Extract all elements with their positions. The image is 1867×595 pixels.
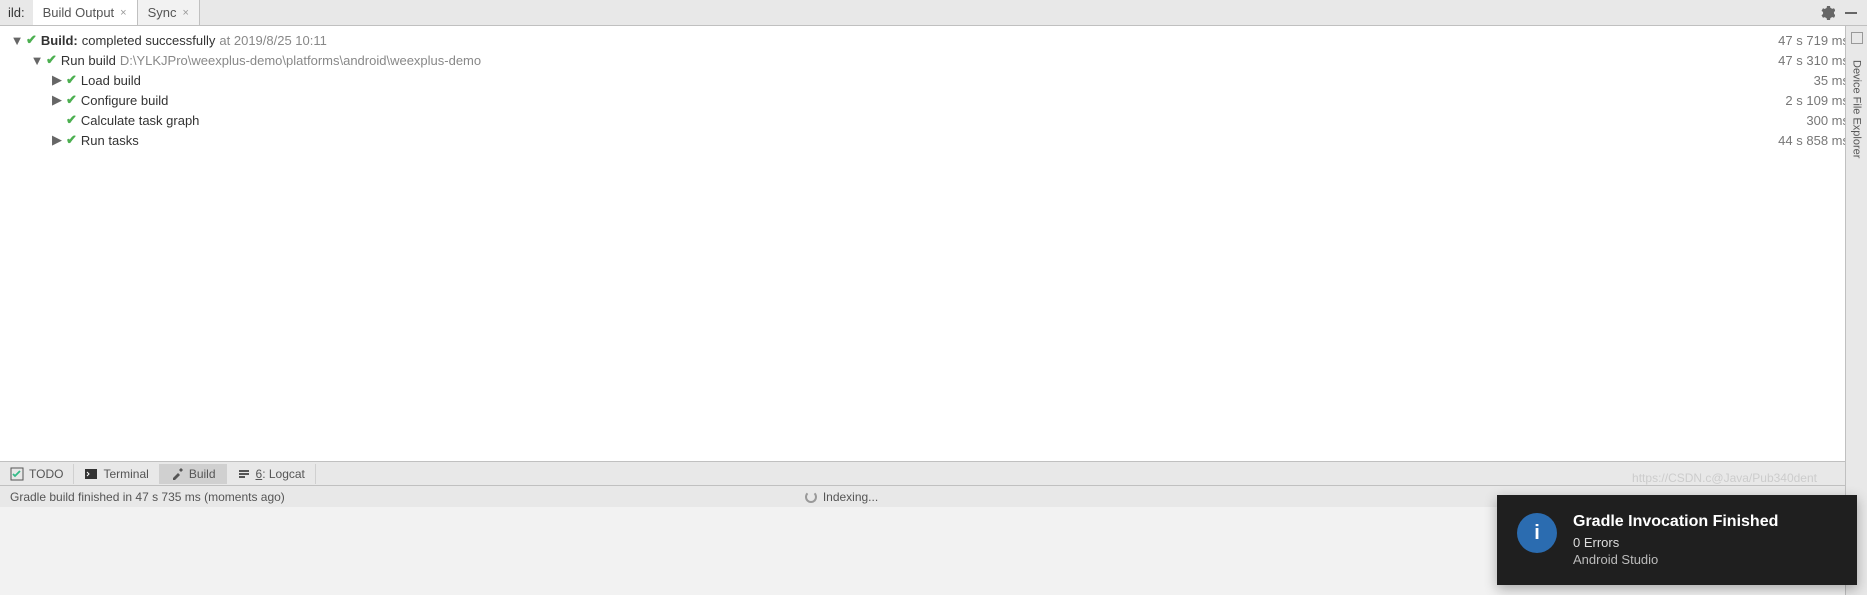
- panel-label: ild:: [0, 5, 33, 20]
- tab-label: TODO: [29, 467, 63, 481]
- tab-sync[interactable]: Sync ×: [138, 0, 200, 25]
- bottom-tabs-bar: TODO Terminal Build 6: Logcat: [0, 461, 1867, 485]
- chevron-down-icon[interactable]: ▼: [30, 53, 44, 68]
- notification-errors: 0 Errors: [1573, 535, 1837, 550]
- tab-todo[interactable]: TODO: [0, 464, 74, 484]
- build-tab-bar: ild: Build Output × Sync ×: [0, 0, 1867, 26]
- terminal-icon: [84, 467, 98, 481]
- build-root-timestamp: at 2019/8/25 10:11: [219, 33, 326, 48]
- run-build-path: D:\YLKJPro\weexplus-demo\platforms\andro…: [120, 53, 481, 68]
- status-message: Gradle build finished in 47 s 735 ms (mo…: [10, 490, 285, 504]
- task-label: Calculate task graph: [81, 113, 200, 128]
- task-label: Load build: [81, 73, 141, 88]
- close-icon[interactable]: ×: [120, 7, 126, 19]
- tab-logcat[interactable]: 6: Logcat: [227, 464, 316, 484]
- logcat-icon: [237, 467, 251, 481]
- run-build-label: Run build: [61, 53, 116, 68]
- chevron-down-icon[interactable]: ▼: [10, 33, 24, 48]
- build-root-row[interactable]: ▼ ✔ Build: completed successfully at 201…: [0, 30, 1867, 50]
- notification-toast[interactable]: i Gradle Invocation Finished 0 Errors An…: [1497, 495, 1857, 585]
- hammer-icon: [170, 467, 184, 481]
- check-icon: ✔: [66, 72, 77, 88]
- build-output-panel: ▼ ✔ Build: completed successfully at 201…: [0, 26, 1867, 461]
- check-square-icon: [10, 467, 24, 481]
- chevron-right-icon[interactable]: ▶: [50, 132, 64, 148]
- check-icon: ✔: [26, 32, 37, 48]
- notification-title: Gradle Invocation Finished: [1573, 513, 1837, 531]
- info-icon: i: [1517, 513, 1557, 553]
- task-row-configure-build[interactable]: ▶ ✔ Configure build 2 s 109 ms: [0, 90, 1867, 110]
- tab-label: Terminal: [103, 467, 148, 481]
- task-label: Configure build: [81, 93, 168, 108]
- build-root-status: completed successfully: [82, 33, 216, 48]
- notification-app: Android Studio: [1573, 552, 1837, 567]
- tab-label: 6: Logcat: [256, 467, 305, 481]
- tab-build-output[interactable]: Build Output ×: [33, 0, 138, 25]
- tab-label: Build: [189, 467, 216, 481]
- check-icon: ✔: [66, 132, 77, 148]
- tab-terminal[interactable]: Terminal: [74, 464, 159, 484]
- spinner-icon: [805, 491, 817, 503]
- chevron-right-icon[interactable]: ▶: [50, 92, 64, 108]
- status-indexing: Indexing...: [805, 490, 878, 504]
- task-row-run-tasks[interactable]: ▶ ✔ Run tasks 44 s 858 ms: [0, 130, 1867, 150]
- chevron-right-icon[interactable]: ▶: [50, 72, 64, 88]
- device-file-explorer-icon[interactable]: [1851, 32, 1863, 44]
- task-label: Run tasks: [81, 133, 139, 148]
- run-build-row[interactable]: ▼ ✔ Run build D:\YLKJPro\weexplus-demo\p…: [0, 50, 1867, 70]
- gear-icon[interactable]: [1819, 5, 1835, 21]
- tab-label: Build Output: [43, 5, 115, 20]
- tab-label: Sync: [148, 5, 177, 20]
- tab-build[interactable]: Build: [160, 464, 227, 484]
- check-icon: ✔: [66, 112, 77, 128]
- indexing-label: Indexing...: [823, 490, 878, 504]
- sidebar-item-device-file-explorer[interactable]: Device File Explorer: [1851, 50, 1863, 158]
- task-row-load-build[interactable]: ▶ ✔ Load build 35 ms: [0, 70, 1867, 90]
- close-icon[interactable]: ×: [183, 7, 189, 19]
- task-row-calc-graph[interactable]: ✔ Calculate task graph 300 ms: [0, 110, 1867, 130]
- check-icon: ✔: [66, 92, 77, 108]
- minimize-icon[interactable]: [1843, 5, 1859, 21]
- build-root-label: Build:: [41, 33, 78, 48]
- check-icon: ✔: [46, 52, 57, 68]
